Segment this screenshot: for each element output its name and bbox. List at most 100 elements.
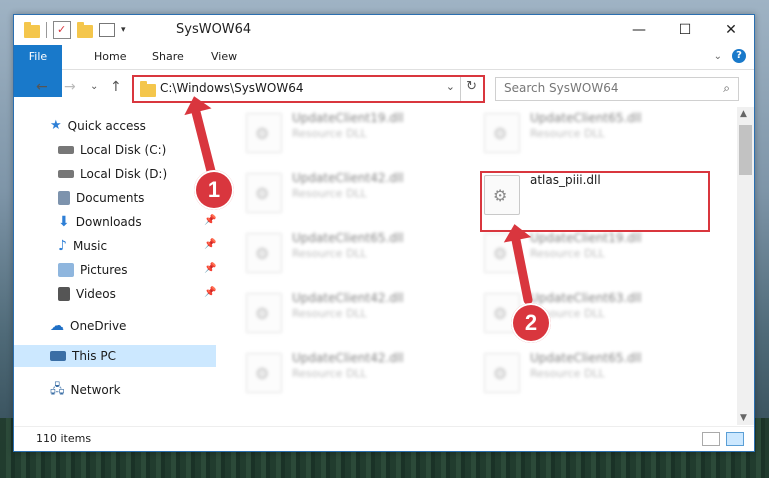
sidebar-item-quick-access[interactable]: ★ Quick access (50, 115, 146, 137)
videos-icon (58, 287, 70, 301)
expand-ribbon-icon[interactable]: ⌄ (714, 51, 722, 62)
search-icon: ⌕ (723, 81, 730, 95)
pin-icon[interactable]: 📌 (204, 263, 216, 274)
tab-view[interactable]: View (211, 45, 237, 69)
chevron-down-icon[interactable]: ⌄ (446, 80, 455, 93)
file-item[interactable]: UpdateClient42.dll Resource DLL (246, 351, 466, 403)
close-button[interactable]: ✕ (708, 15, 754, 45)
chevron-down-icon[interactable]: ▾ (121, 25, 126, 35)
dll-file-icon (246, 233, 282, 273)
callout-2: 2 (511, 303, 551, 343)
help-icon[interactable]: ? (732, 49, 746, 63)
back-icon[interactable]: ← (36, 79, 48, 95)
highlight-box (480, 171, 710, 232)
sidebar-item-documents[interactable]: Documents (58, 187, 144, 209)
sidebar-item-label: This PC (72, 349, 116, 363)
dll-file-icon (246, 293, 282, 333)
large-icons-view-icon[interactable] (726, 432, 744, 446)
music-icon: ♪ (58, 238, 67, 254)
pin-icon[interactable]: 📌 (204, 239, 216, 250)
sidebar-item-label: Network (70, 383, 121, 397)
window-title: SysWOW64 (176, 22, 252, 37)
pin-icon[interactable]: 📌 (204, 287, 216, 298)
sidebar-item-local-disk-d[interactable]: Local Disk (D:) (58, 163, 167, 185)
search-placeholder: Search SysWOW64 (504, 81, 619, 95)
toolbar-separator (46, 22, 47, 38)
dll-file-icon (246, 353, 282, 393)
sidebar-item-label: Documents (76, 191, 145, 205)
minimize-button[interactable]: — (616, 15, 662, 45)
sidebar-item-videos[interactable]: Videos (58, 283, 116, 305)
star-icon: ★ (50, 118, 62, 133)
file-name: UpdateClient65.dll (530, 111, 642, 125)
title-bar: ✓ ▾ SysWOW64 — ☐ ✕ (14, 15, 754, 45)
sidebar-item-label: Quick access (67, 119, 146, 133)
file-type: Resource DLL (292, 367, 367, 380)
navigation-bar: ← → ⌄ ↑ C:\Windows\SysWOW64 ⌄ ↻ Search S… (14, 71, 754, 103)
file-type: Resource DLL (530, 367, 605, 380)
scrollbar-thumb[interactable] (739, 125, 752, 175)
refresh-icon[interactable]: ↻ (466, 79, 477, 94)
file-type: Resource DLL (292, 307, 367, 320)
customize-view-icon[interactable] (99, 23, 115, 37)
new-folder-icon[interactable] (77, 21, 93, 38)
file-name: UpdateClient42.dll (292, 351, 404, 365)
file-item[interactable]: UpdateClient19.dll Resource DLL (484, 231, 704, 283)
sidebar-item-downloads[interactable]: ⬇ Downloads (58, 211, 142, 233)
properties-icon[interactable]: ✓ (53, 21, 71, 39)
file-item[interactable]: UpdateClient19.dll Resource DLL (246, 111, 466, 163)
up-icon[interactable]: ↑ (110, 79, 122, 95)
file-type: Resource DLL (530, 127, 605, 140)
file-name: UpdateClient19.dll (530, 231, 642, 245)
details-view-icon[interactable] (702, 432, 720, 446)
network-icon: 🖧 (50, 382, 65, 397)
file-name: UpdateClient42.dll (292, 291, 404, 305)
address-bar[interactable]: C:\Windows\SysWOW64 ⌄ ↻ (132, 75, 485, 103)
dll-file-icon (484, 233, 520, 273)
file-name: UpdateClient42.dll (292, 171, 404, 185)
pin-icon[interactable]: 📌 (204, 215, 216, 226)
folder-icon (140, 81, 156, 97)
sidebar-item-label: Local Disk (C:) (80, 143, 167, 157)
scroll-down-icon[interactable]: ▼ (740, 413, 747, 423)
tab-share[interactable]: Share (152, 45, 184, 69)
file-item[interactable]: UpdateClient42.dll Resource DLL (246, 171, 466, 223)
sidebar-item-local-disk-c[interactable]: Local Disk (C:) (58, 139, 166, 161)
search-input[interactable]: Search SysWOW64 ⌕ (495, 77, 739, 101)
file-type: Resource DLL (292, 127, 367, 140)
drive-icon (58, 170, 74, 178)
sidebar-item-onedrive[interactable]: ☁ OneDrive (50, 315, 126, 337)
sidebar-item-music[interactable]: ♪ Music (58, 235, 107, 257)
forward-icon[interactable]: → (64, 79, 76, 95)
sidebar-item-label: Music (72, 239, 108, 253)
file-item[interactable]: UpdateClient42.dll Resource DLL (246, 291, 466, 343)
maximize-button[interactable]: ☐ (662, 15, 708, 45)
file-item[interactable]: UpdateClient65.dll Resource DLL (484, 111, 704, 163)
sidebar-item-this-pc[interactable]: This PC (50, 345, 116, 367)
sidebar-item-pictures[interactable]: Pictures (58, 259, 128, 281)
sidebar-item-label: Videos (76, 287, 116, 301)
sidebar-item-label: Local Disk (D:) (80, 167, 168, 181)
sidebar-item-label: Pictures (80, 263, 128, 277)
file-name: UpdateClient19.dll (292, 111, 404, 125)
ribbon-tabs: File Home Share View ⌄ ? (14, 45, 754, 97)
window-controls: — ☐ ✕ (616, 15, 754, 45)
file-item[interactable]: UpdateClient65.dll Resource DLL (484, 351, 704, 403)
file-item[interactable]: UpdateClient65.dll Resource DLL (246, 231, 466, 283)
ribbon-right: ⌄ ? (714, 49, 746, 63)
dll-file-icon (484, 113, 520, 153)
dll-file-icon (484, 353, 520, 393)
navigation-pane: ★ Quick access Local Disk (C:) Local Dis… (14, 107, 216, 407)
quick-access-toolbar: ✓ ▾ (24, 21, 126, 39)
vertical-scrollbar[interactable]: ▲ ▼ (737, 107, 754, 425)
computer-icon (50, 351, 66, 361)
tab-home[interactable]: Home (94, 45, 126, 69)
item-count: 110 items (36, 432, 92, 445)
scroll-up-icon[interactable]: ▲ (740, 109, 747, 119)
sidebar-item-network[interactable]: 🖧 Network (50, 379, 121, 401)
recent-locations-icon[interactable]: ⌄ (90, 81, 98, 92)
file-type: Resource DLL (292, 187, 367, 200)
dll-file-icon (246, 173, 282, 213)
file-list: UpdateClient19.dll Resource DLL UpdateCl… (218, 107, 734, 425)
file-name: UpdateClient65.dll (292, 231, 404, 245)
